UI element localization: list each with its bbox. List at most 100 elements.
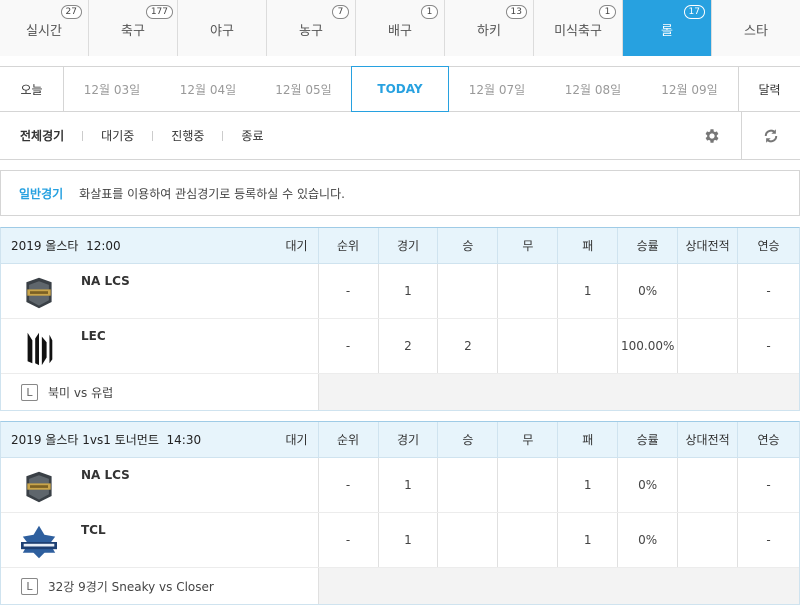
date-item[interactable]: 12월 08일 bbox=[545, 67, 641, 111]
team-name: NA LCS bbox=[81, 274, 130, 288]
tab-baseball[interactable]: 야구 bbox=[178, 0, 267, 56]
col-header: 상대전적 bbox=[678, 228, 739, 263]
team-row[interactable]: NA LCS - 1 1 0% - bbox=[1, 458, 799, 513]
stat-games: 1 bbox=[379, 264, 439, 318]
col-header: 순위 bbox=[319, 228, 379, 263]
col-header: 무 bbox=[498, 228, 559, 263]
match-title-text: 2019 올스타 1vs1 토너먼트 14:30 bbox=[11, 433, 202, 447]
team-row[interactable]: LEC - 2 2 100.00% - bbox=[1, 319, 799, 374]
stat-head-to-head bbox=[678, 458, 739, 512]
tab-badge: 1 bbox=[599, 5, 616, 19]
tab-american-football[interactable]: 1 미식축구 bbox=[534, 0, 623, 56]
notice-title: 일반경기 bbox=[19, 186, 64, 201]
tab-label: 배구 bbox=[388, 23, 412, 39]
team-row[interactable]: TCL - 1 1 0% - bbox=[1, 513, 799, 568]
filter-all[interactable]: 전체경기 bbox=[20, 127, 64, 144]
tab-label: 농구 bbox=[299, 23, 323, 39]
tab-live[interactable]: 27 실시간 bbox=[0, 0, 89, 56]
stat-win-rate: 0% bbox=[618, 513, 679, 567]
divider bbox=[82, 130, 84, 141]
match-footer: L 북미 vs 유럽 bbox=[1, 374, 799, 410]
tab-label: 하키 bbox=[477, 23, 501, 39]
match-header: 2019 올스타 12:00 대기 순위 경기 승 무 패 승률 상대전적 연승 bbox=[1, 228, 799, 264]
tab-badge: 17 bbox=[683, 5, 705, 19]
stat-win-rate: 100.00% bbox=[618, 319, 679, 373]
tab-soccer[interactable]: 177 축구 bbox=[89, 0, 178, 56]
filter-bar: 전체경기 대기중 진행중 종료 bbox=[0, 112, 800, 160]
tab-label: 축구 bbox=[121, 23, 145, 39]
col-header: 연승 bbox=[757, 433, 780, 447]
stat-win-rate: 0% bbox=[618, 458, 679, 512]
league-icon: L bbox=[21, 577, 38, 595]
today-button[interactable]: 오늘 bbox=[0, 67, 64, 111]
match-header: 2019 올스타 1vs1 토너먼트 14:30 대기 순위 경기 승 무 패 … bbox=[1, 422, 799, 458]
stat-losses bbox=[558, 319, 619, 373]
match-status: 대기 bbox=[285, 239, 308, 253]
divider bbox=[152, 130, 154, 141]
stat-wins: 2 bbox=[438, 319, 499, 373]
stat-streak: - bbox=[766, 478, 771, 492]
sport-tabs: 27 실시간 177 축구 야구 7 농구 1 배구 13 하키 1 미식축구 … bbox=[0, 0, 800, 56]
tab-basketball[interactable]: 7 농구 bbox=[267, 0, 356, 56]
stat-losses: 1 bbox=[558, 513, 619, 567]
stat-rank: - bbox=[319, 458, 379, 512]
date-item[interactable]: 12월 09일 bbox=[641, 67, 738, 111]
tab-lol[interactable]: 17 롤 bbox=[623, 0, 712, 56]
team-cell: NA LCS bbox=[1, 458, 319, 512]
team-name: NA LCS bbox=[81, 468, 130, 482]
match-footer-cell[interactable]: L 32강 9경기 Sneaky vs Closer bbox=[1, 568, 319, 604]
na-lcs-logo bbox=[19, 468, 59, 506]
stat-wins bbox=[438, 264, 499, 318]
tab-volleyball[interactable]: 1 배구 bbox=[356, 0, 445, 56]
tab-label: 롤 bbox=[661, 23, 673, 39]
tab-hockey[interactable]: 13 하키 bbox=[445, 0, 534, 56]
date-item[interactable]: 12월 05일 bbox=[256, 67, 351, 111]
match-table: 2019 올스타 12:00 대기 순위 경기 승 무 패 승률 상대전적 연승… bbox=[0, 227, 800, 411]
match-footer-text: 32강 9경기 Sneaky vs Closer bbox=[48, 579, 214, 594]
filter-in-progress[interactable]: 진행중 bbox=[171, 127, 204, 144]
tab-label: 스타 bbox=[744, 23, 768, 39]
col-header: 승률 bbox=[618, 422, 679, 457]
league-icon: L bbox=[21, 383, 38, 401]
date-item-today[interactable]: TODAY bbox=[351, 66, 449, 112]
tab-badge: 27 bbox=[60, 5, 82, 19]
stat-wins bbox=[438, 513, 499, 567]
filter-finished[interactable]: 종료 bbox=[241, 127, 263, 144]
col-header: 연승 bbox=[757, 239, 780, 253]
team-row[interactable]: NA LCS - 1 1 0% - bbox=[1, 264, 799, 319]
stat-draws bbox=[498, 458, 559, 512]
calendar-button[interactable]: 달력 bbox=[738, 67, 800, 111]
stat-streak: - bbox=[766, 339, 771, 353]
match-title-text: 2019 올스타 12:00 bbox=[11, 239, 121, 253]
na-lcs-logo bbox=[19, 274, 59, 312]
stat-draws bbox=[498, 264, 559, 318]
divider bbox=[222, 130, 224, 141]
col-header: 상대전적 bbox=[678, 422, 739, 457]
date-item[interactable]: 12월 03일 bbox=[64, 67, 160, 111]
stat-head-to-head bbox=[678, 319, 739, 373]
col-header: 경기 bbox=[379, 228, 439, 263]
stat-games: 1 bbox=[379, 458, 439, 512]
col-header: 승 bbox=[438, 422, 499, 457]
filter-waiting[interactable]: 대기중 bbox=[101, 127, 134, 144]
tab-badge: 177 bbox=[145, 5, 173, 19]
team-cell: NA LCS bbox=[1, 264, 319, 318]
tab-label: 미식축구 bbox=[554, 23, 602, 39]
col-header: 승률 bbox=[618, 228, 679, 263]
tab-starcraft[interactable]: 스타 bbox=[712, 0, 800, 56]
lec-logo bbox=[19, 329, 59, 367]
gear-icon[interactable] bbox=[683, 112, 741, 160]
notice-text: 화살표를 이용하여 관심경기로 등록하실 수 있습니다. bbox=[79, 186, 345, 201]
team-cell: TCL bbox=[1, 513, 319, 567]
match-title: 2019 올스타 12:00 대기 bbox=[1, 228, 319, 263]
stat-streak: - bbox=[766, 284, 771, 298]
refresh-icon[interactable] bbox=[742, 112, 800, 160]
tcl-logo bbox=[19, 523, 59, 561]
date-bar: 오늘 12월 03일 12월 04일 12월 05일 TODAY 12월 07일… bbox=[0, 66, 800, 112]
match-footer-cell[interactable]: L 북미 vs 유럽 bbox=[1, 374, 319, 410]
stat-head-to-head bbox=[678, 264, 739, 318]
date-item[interactable]: 12월 04일 bbox=[160, 67, 256, 111]
stat-win-rate: 0% bbox=[618, 264, 679, 318]
tab-badge: 1 bbox=[421, 5, 438, 19]
date-item[interactable]: 12월 07일 bbox=[449, 67, 545, 111]
